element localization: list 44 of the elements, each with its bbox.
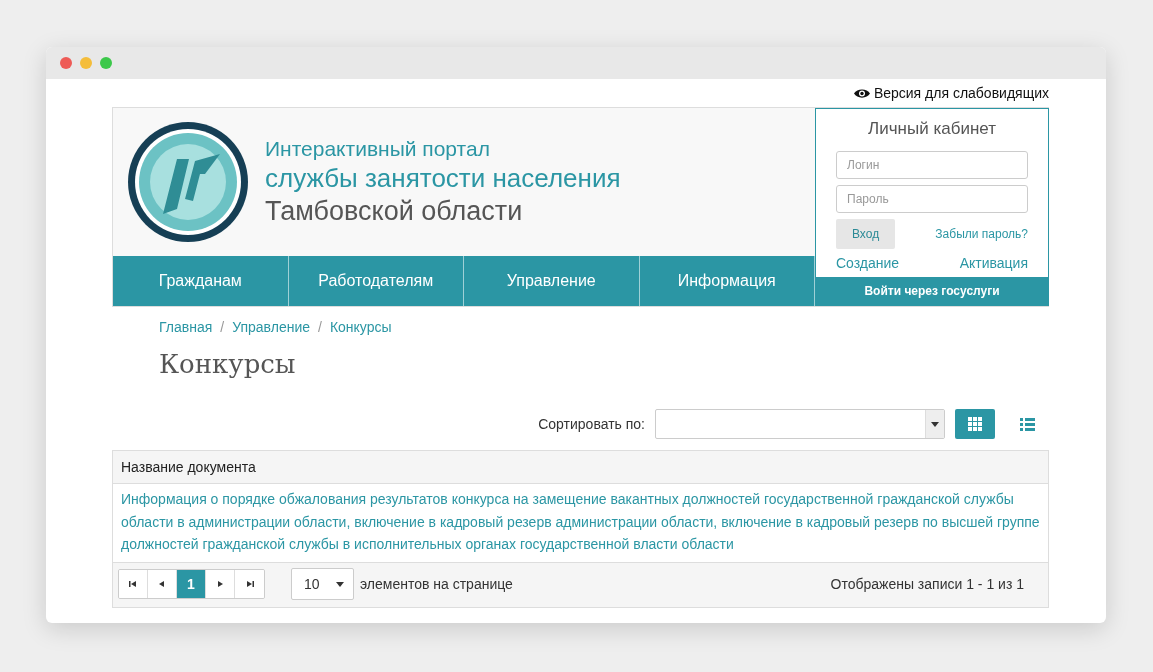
breadcrumb-link[interactable]: Управление (232, 319, 310, 335)
column-header: Название документа (113, 451, 1048, 484)
breadcrumb-separator: / (220, 319, 225, 335)
first-page-button[interactable] (119, 569, 148, 598)
login-button[interactable]: Вход (836, 219, 896, 249)
page-button[interactable]: 1 (177, 569, 206, 598)
activation-link[interactable]: Активация (959, 255, 1028, 271)
view-toggle-button[interactable] (955, 409, 995, 439)
forgot-password-link[interactable]: Забыли пароль? (935, 227, 1028, 241)
grid-icon (968, 417, 982, 431)
list-icon (1019, 417, 1035, 431)
page-title: Конкурсы (159, 349, 297, 379)
next-page-icon (215, 578, 225, 589)
nav-item[interactable]: Гражданам (113, 256, 289, 306)
low-vision-link[interactable]: Версия для слабовидящих (853, 85, 1049, 101)
breadcrumb-link[interactable]: Конкурсы (329, 319, 392, 335)
register-link[interactable]: Создание (836, 255, 900, 271)
first-page-icon (128, 578, 138, 589)
nav-item[interactable]: Управление (464, 256, 640, 306)
login-field[interactable]: Логин (836, 151, 1028, 179)
portal-title: Тамбовской области (265, 194, 524, 228)
nav-item[interactable]: Работодателям (288, 256, 464, 306)
window-close-button[interactable] (60, 57, 72, 69)
password-field[interactable]: Пароль (836, 185, 1028, 213)
document-link[interactable]: Информация о порядке обжалования результатов конкурса на замещение вакантных должностей государственной гражданской службы области в администрации области, включение в кадровый резерв администрации области, включение в кадровый резерв по высшей группе должностей гражданской службы в исполнительных органах государственной власти области (113, 484, 1048, 562)
window-maximize-button[interactable] (100, 57, 112, 69)
last-page-button[interactable] (235, 569, 264, 598)
last-page-icon (244, 578, 255, 589)
caret-icon (930, 419, 940, 429)
sort-select[interactable] (655, 409, 945, 439)
sort-label: Сортировать по: (538, 416, 645, 432)
prev-page-icon (157, 578, 167, 589)
breadcrumb-separator: / (318, 319, 322, 335)
page-size-label: элементов на странице (360, 575, 513, 592)
breadcrumb-link[interactable]: Главная (159, 319, 213, 335)
records-summary: Отображены записи 1 - 1 из 1 (830, 575, 1024, 592)
portal-title: Интерактивный портал (265, 135, 491, 162)
gosuslugi-button[interactable]: Войти через госуслуги (816, 277, 1048, 305)
portal-title: службы занятости населения (265, 162, 621, 195)
page-size-select[interactable]: 10 (291, 567, 354, 600)
eye-icon (853, 87, 870, 99)
login-title: Личный кабинет (867, 119, 997, 139)
logo-icon (125, 119, 251, 245)
window-minimize-button[interactable] (80, 57, 92, 69)
